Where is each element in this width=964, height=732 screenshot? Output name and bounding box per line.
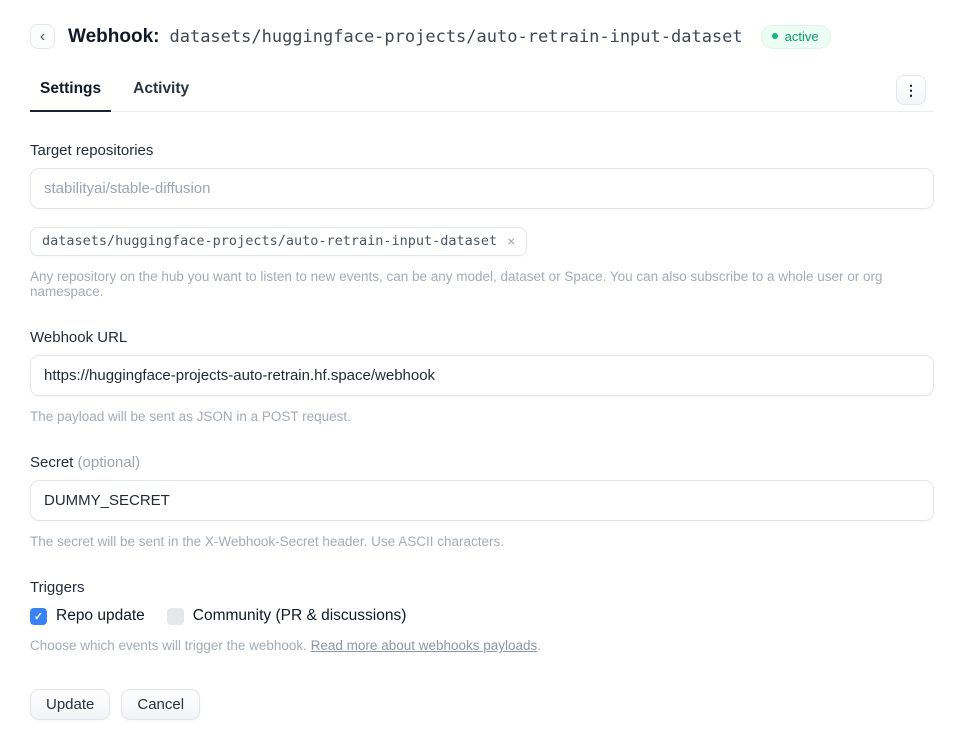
webhook-url-input[interactable] [30, 355, 934, 396]
target-repositories-tags: datasets/huggingface-projects/auto-retra… [30, 227, 934, 256]
status-badge-label: active [785, 29, 819, 44]
webhook-settings-page: ‹ Webhook: datasets/huggingface-projects… [0, 0, 964, 720]
status-dot-icon [772, 33, 778, 39]
page-title: Webhook: [68, 26, 159, 48]
target-repositories-label: Target repositories [30, 142, 934, 159]
secret-label: Secret (optional) [30, 454, 934, 471]
secret-optional-text: (optional) [78, 454, 141, 471]
triggers-options: ✓ Repo update Community (PR & discussion… [30, 607, 934, 625]
repo-update-label: Repo update [56, 607, 145, 625]
chevron-left-icon: ‹ [40, 28, 45, 46]
target-repositories-input[interactable] [30, 168, 934, 209]
status-badge: active [761, 25, 831, 49]
remove-tag-icon[interactable]: × [507, 234, 515, 248]
tabs-bar: Settings Activity ⋮ [30, 75, 934, 112]
tabs: Settings Activity [30, 80, 199, 111]
repo-tag: datasets/huggingface-projects/auto-retra… [30, 227, 527, 256]
secret-input[interactable] [30, 480, 934, 521]
webhooks-payloads-link[interactable]: Read more about webhooks payloads [311, 638, 538, 653]
tab-settings[interactable]: Settings [30, 80, 111, 112]
kebab-menu-icon: ⋮ [904, 82, 918, 99]
trigger-repo-update[interactable]: ✓ Repo update [30, 607, 145, 625]
triggers-help-suffix: . [537, 638, 541, 653]
overflow-menu-button[interactable]: ⋮ [896, 75, 926, 105]
webhook-url-label: Webhook URL [30, 329, 934, 346]
repo-update-checkbox[interactable]: ✓ [30, 608, 47, 625]
cancel-button[interactable]: Cancel [121, 689, 200, 720]
triggers-help: Choose which events will trigger the web… [30, 638, 934, 653]
webhook-name: datasets/huggingface-projects/auto-retra… [169, 27, 742, 47]
repo-tag-label: datasets/huggingface-projects/auto-retra… [42, 233, 497, 249]
webhook-url-help: The payload will be sent as JSON in a PO… [30, 409, 934, 424]
triggers-label: Triggers [30, 579, 934, 596]
community-label: Community (PR & discussions) [193, 607, 407, 625]
community-checkbox[interactable] [167, 608, 184, 625]
secret-help: The secret will be sent in the X-Webhook… [30, 534, 934, 549]
trigger-community[interactable]: Community (PR & discussions) [167, 607, 407, 625]
secret-label-text: Secret [30, 454, 73, 471]
check-icon: ✓ [34, 610, 43, 623]
update-button[interactable]: Update [30, 689, 110, 720]
tab-activity[interactable]: Activity [123, 80, 199, 112]
back-button[interactable]: ‹ [30, 24, 55, 49]
target-repositories-help: Any repository on the hub you want to li… [30, 269, 934, 299]
form-actions: Update Cancel [30, 689, 934, 720]
page-header: ‹ Webhook: datasets/huggingface-projects… [30, 24, 934, 49]
triggers-help-prefix: Choose which events will trigger the web… [30, 638, 311, 653]
